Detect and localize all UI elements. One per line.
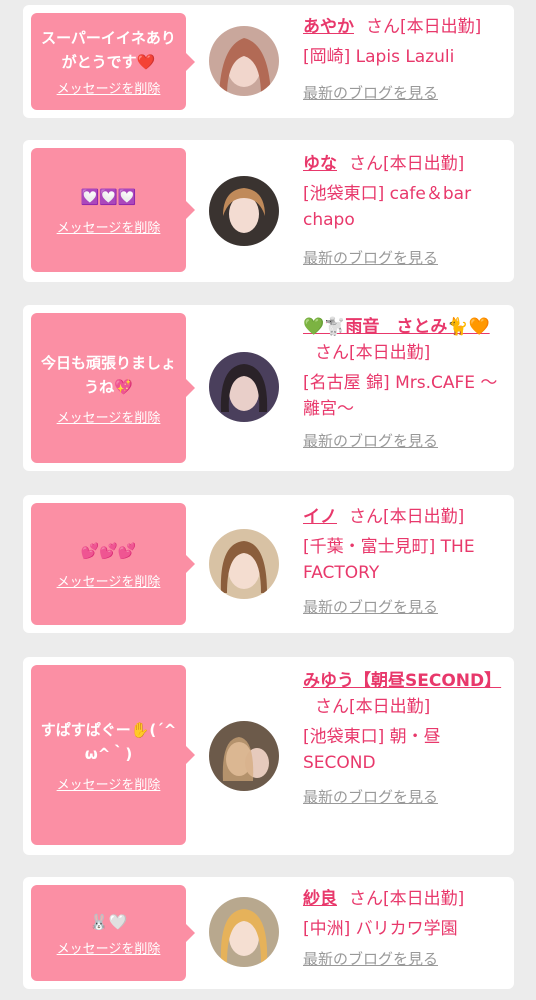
latest-blog-link[interactable]: 最新のブログを見る — [303, 594, 438, 620]
cast-info: みゆう【朝昼SECOND】さん[本日出勤] [池袋東口] 朝・昼SECOND 最… — [303, 668, 503, 810]
message-card: 💕💕💕 メッセージを削除 イノ さん[本日出勤] [千葉・富士見町] THE FA… — [23, 495, 514, 633]
message-text: 💟💟💟 — [80, 187, 137, 206]
cast-status: さん[本日出勤] — [349, 507, 465, 527]
message-bubble: 🐰🤍 メッセージを削除 — [31, 885, 195, 981]
cast-status: さん[本日出勤] — [349, 889, 465, 909]
cast-info: 💚🐩雨音 さとみ🐈🧡 さん[本日出勤] [名古屋 錦] Mrs.CAFE 〜離宮〜… — [303, 314, 503, 454]
shop-name: [千葉・富士見町] THE FACTORY — [303, 537, 475, 583]
avatar[interactable] — [209, 529, 279, 599]
cast-info: イノ さん[本日出勤] [千葉・富士見町] THE FACTORY 最新のブログを… — [303, 504, 503, 620]
shop-name: [池袋東口] cafe＆bar chapo — [303, 184, 472, 230]
cast-status: さん[本日出勤] — [315, 343, 431, 363]
latest-blog-link[interactable]: 最新のブログを見る — [303, 80, 438, 106]
latest-blog-link[interactable]: 最新のブログを見る — [303, 946, 438, 972]
message-text: 🐰🤍 — [89, 912, 128, 931]
cast-status: さん[本日出勤] — [366, 17, 482, 37]
cast-name-link[interactable]: みゆう【朝昼SECOND】 — [303, 671, 501, 691]
latest-blog-link[interactable]: 最新のブログを見る — [303, 428, 438, 454]
avatar[interactable] — [209, 352, 279, 422]
shop-name: [名古屋 錦] Mrs.CAFE 〜離宮〜 — [303, 373, 498, 419]
delete-message-link[interactable]: メッセージを削除 — [57, 938, 161, 957]
delete-message-link[interactable]: メッセージを削除 — [57, 78, 161, 97]
latest-blog-link[interactable]: 最新のブログを見る — [303, 245, 438, 271]
cast-info: ゆな さん[本日出勤] [池袋東口] cafe＆bar chapo 最新のブログを… — [303, 151, 503, 271]
avatar[interactable] — [209, 897, 279, 967]
message-card: すぱすぱぐー✋(´^ω^｀) メッセージを削除 みゆう【朝昼SECOND】さん[… — [23, 657, 514, 855]
cast-name-link[interactable]: イノ — [303, 507, 337, 527]
message-text: 💕💕💕 — [80, 541, 137, 560]
cast-name-link[interactable]: ゆな — [303, 154, 337, 174]
cast-name-link[interactable]: 💚🐩雨音 さとみ🐈🧡 — [303, 317, 490, 337]
avatar[interactable] — [209, 176, 279, 246]
message-bubble: 💕💕💕 メッセージを削除 — [31, 503, 195, 625]
message-text: 今日も頑張りましょうね💖 — [40, 353, 176, 396]
message-bubble: すぱすぱぐー✋(´^ω^｀) メッセージを削除 — [31, 665, 195, 845]
delete-message-link[interactable]: メッセージを削除 — [57, 774, 161, 793]
delete-message-link[interactable]: メッセージを削除 — [57, 217, 161, 236]
shop-name: [岡崎] Lapis Lazuli — [303, 47, 455, 67]
latest-blog-link[interactable]: 最新のブログを見る — [303, 784, 438, 810]
message-text: スーパーイイネありがとうです❤️ — [41, 29, 176, 71]
message-card: 🐰🤍 メッセージを削除 紗良 さん[本日出勤] [中洲] バリカワ学園 最新のブロ… — [23, 877, 514, 989]
delete-message-link[interactable]: メッセージを削除 — [57, 571, 161, 590]
cast-name-link[interactable]: 紗良 — [303, 889, 337, 909]
cast-status: さん[本日出勤] — [349, 154, 465, 174]
message-card: スーパーイイネありがとうです❤️ メッセージを削除 あやか さん[本日出勤] [岡… — [23, 5, 514, 118]
shop-name: [中洲] バリカワ学園 — [303, 919, 458, 939]
message-bubble: 今日も頑張りましょうね💖 メッセージを削除 — [31, 313, 195, 463]
cast-status: さん[本日出勤] — [315, 697, 431, 717]
shop-name: [池袋東口] 朝・昼SECOND — [303, 727, 441, 773]
message-card: 今日も頑張りましょうね💖 メッセージを削除 💚🐩雨音 さとみ🐈🧡 さん[本日出勤]… — [23, 305, 514, 471]
message-text: すぱすぱぐー✋(´^ω^｀) — [40, 720, 177, 763]
delete-message-link[interactable]: メッセージを削除 — [57, 407, 161, 426]
cast-info: 紗良 さん[本日出勤] [中洲] バリカワ学園 最新のブログを見る — [303, 886, 503, 972]
message-bubble: スーパーイイネありがとうです❤️ メッセージを削除 — [31, 13, 195, 110]
avatar[interactable] — [209, 721, 279, 791]
avatar[interactable] — [209, 26, 279, 96]
cast-info: あやか さん[本日出勤] [岡崎] Lapis Lazuli 最新のブログを見る — [303, 14, 503, 106]
message-bubble: 💟💟💟 メッセージを削除 — [31, 148, 195, 272]
cast-name-link[interactable]: あやか — [303, 17, 354, 37]
message-card: 💟💟💟 メッセージを削除 ゆな さん[本日出勤] [池袋東口] cafe＆bar … — [23, 140, 514, 282]
